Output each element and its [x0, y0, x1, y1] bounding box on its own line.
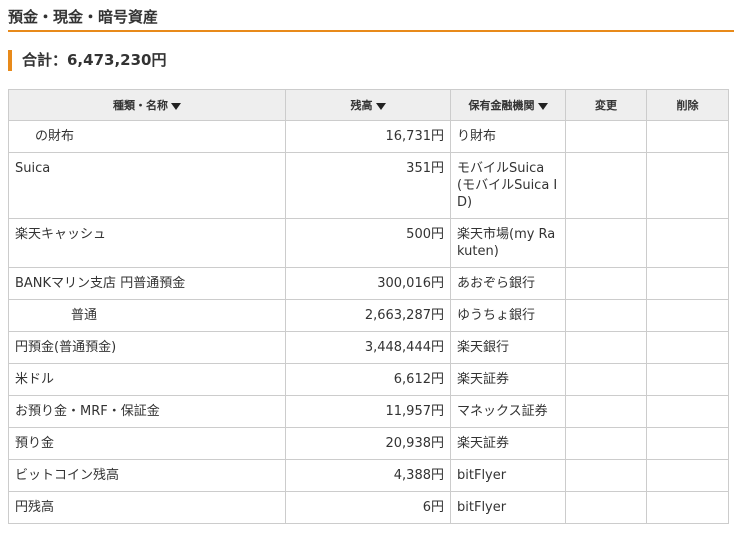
header-edit: 変更 [565, 89, 647, 121]
row-edit-cell[interactable] [565, 459, 647, 492]
row-balance: 351円 [285, 152, 451, 219]
row-institution: 楽天証券 [450, 363, 566, 396]
header-delete-label: 削除 [676, 99, 699, 112]
row-institution: マネックス証券 [450, 395, 566, 428]
row-edit-cell[interactable] [565, 363, 647, 396]
row-name: 普通 [8, 299, 286, 332]
row-name: の財布 [8, 120, 286, 153]
row-delete-cell[interactable] [646, 299, 729, 332]
row-balance: 3,448,444円 [285, 331, 451, 364]
sort-desc-icon [537, 102, 548, 110]
row-institution: あおぞら銀行 [450, 267, 566, 300]
header-name[interactable]: 種類・名称 [8, 89, 286, 121]
row-delete-cell[interactable] [646, 459, 729, 492]
row-balance: 6円 [285, 491, 451, 524]
table-row: 楽天キャッシュ 500円 楽天市場(my Rakuten) [8, 218, 729, 268]
row-balance: 11,957円 [285, 395, 451, 428]
table-row: ビットコイン残高 4,388円 bitFlyer [8, 459, 729, 492]
row-name: 米ドル [8, 363, 286, 396]
row-delete-cell[interactable] [646, 218, 729, 268]
row-name: 円預金(普通預金) [8, 331, 286, 364]
table-row: お預り金・MRF・保証金 11,957円 マネックス証券 [8, 395, 729, 428]
row-institution: 楽天証券 [450, 427, 566, 460]
row-balance: 20,938円 [285, 427, 451, 460]
table-row: 円預金(普通預金) 3,448,444円 楽天銀行 [8, 331, 729, 364]
table-row: 円残高 6円 bitFlyer [8, 491, 729, 524]
row-edit-cell[interactable] [565, 218, 647, 268]
header-name-label: 種類・名称 [113, 99, 168, 112]
row-delete-cell[interactable] [646, 331, 729, 364]
row-delete-cell[interactable] [646, 491, 729, 524]
row-edit-cell[interactable] [565, 152, 647, 219]
row-edit-cell[interactable] [565, 299, 647, 332]
row-institution: bitFlyer [450, 491, 566, 524]
table-header-row: 種類・名称 残高 保有金融機関 変更 削除 [8, 89, 729, 121]
row-institution: 楽天市場(my Rakuten) [450, 218, 566, 268]
row-balance: 6,612円 [285, 363, 451, 396]
row-name: 円残高 [8, 491, 286, 524]
row-balance: 16,731円 [285, 120, 451, 153]
row-edit-cell[interactable] [565, 491, 647, 524]
row-edit-cell[interactable] [565, 120, 647, 153]
header-institution-label: 保有金融機関 [468, 99, 535, 112]
row-delete-cell[interactable] [646, 120, 729, 153]
row-edit-cell[interactable] [565, 427, 647, 460]
row-delete-cell[interactable] [646, 267, 729, 300]
table-row: 米ドル 6,612円 楽天証券 [8, 363, 729, 396]
section-title: 預金・現金・暗号資産 [8, 8, 159, 26]
row-edit-cell[interactable] [565, 267, 647, 300]
row-institution: bitFlyer [450, 459, 566, 492]
row-name: 楽天キャッシュ [8, 218, 286, 268]
row-name: お預り金・MRF・保証金 [8, 395, 286, 428]
row-name: BANKマリン支店 円普通預金 [8, 267, 286, 300]
table-row: 預り金 20,938円 楽天証券 [8, 427, 729, 460]
row-institution: モバイルSuica(モバイルSuica ID) [450, 152, 566, 219]
row-balance: 4,388円 [285, 459, 451, 492]
row-balance: 500円 [285, 218, 451, 268]
row-delete-cell[interactable] [646, 427, 729, 460]
row-balance: 2,663,287円 [285, 299, 451, 332]
header-balance[interactable]: 残高 [285, 89, 451, 121]
row-delete-cell[interactable] [646, 395, 729, 428]
row-name: ビットコイン残高 [8, 459, 286, 492]
row-delete-cell[interactable] [646, 363, 729, 396]
table-row: BANKマリン支店 円普通預金 300,016円 あおぞら銀行 [8, 267, 729, 300]
total-amount: 合計：6,473,230円 [22, 51, 167, 69]
header-edit-label: 変更 [595, 99, 617, 112]
row-delete-cell[interactable] [646, 152, 729, 219]
sort-desc-icon [375, 102, 386, 110]
row-institution: り財布 [450, 120, 566, 153]
table-row: Suica 351円 モバイルSuica(モバイルSuica ID) [8, 152, 729, 219]
row-institution: ゆうちょ銀行 [450, 299, 566, 332]
row-edit-cell[interactable] [565, 331, 647, 364]
header-institution[interactable]: 保有金融機関 [450, 89, 566, 121]
total-summary: 合計：6,473,230円 [8, 50, 166, 71]
row-edit-cell[interactable] [565, 395, 647, 428]
sort-desc-icon [171, 102, 181, 110]
section-header: 預金・現金・暗号資産 [8, 0, 734, 32]
row-name: 預り金 [8, 427, 286, 460]
header-balance-label: 残高 [350, 99, 373, 112]
row-institution: 楽天銀行 [450, 331, 566, 364]
header-delete: 削除 [646, 89, 729, 121]
row-name: Suica [8, 152, 286, 219]
row-balance: 300,016円 [285, 267, 451, 300]
assets-table: 種類・名称 残高 保有金融機関 変更 削除 の財布 16,731円 り財布 Su… [8, 89, 729, 524]
table-row: 普通 2,663,287円 ゆうちょ銀行 [8, 299, 729, 332]
table-row: の財布 16,731円 り財布 [8, 120, 729, 153]
assets-page: 預金・現金・暗号資産 合計：6,473,230円 種類・名称 残高 保有金融機関 [0, 0, 734, 546]
